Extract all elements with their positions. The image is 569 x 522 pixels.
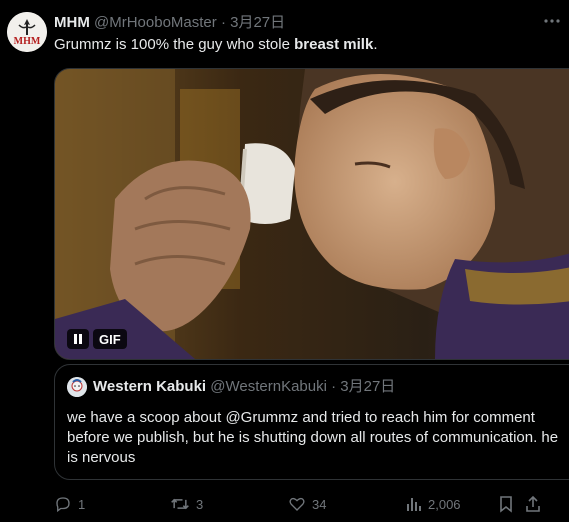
pause-button[interactable] bbox=[67, 329, 89, 349]
like-button[interactable]: 34 bbox=[288, 494, 326, 514]
gif-badge: GIF bbox=[93, 329, 127, 349]
repost-icon bbox=[171, 498, 189, 510]
gif-controls: GIF bbox=[67, 329, 127, 349]
tweet-text-suffix: . bbox=[373, 36, 378, 53]
action-bar: 1 3 34 2,006 bbox=[54, 494, 569, 514]
tweet-text-prefix: Grummz is 100% the guy who stole bbox=[54, 36, 295, 53]
share-button[interactable] bbox=[524, 494, 542, 514]
kabuki-avatar-icon bbox=[67, 377, 87, 397]
quote-text: we have a scoop about @Grummz and tried … bbox=[67, 409, 559, 466]
views-button[interactable]: 2,006 bbox=[406, 494, 461, 514]
more-horizontal-icon bbox=[544, 19, 560, 23]
author-name[interactable]: MHM bbox=[54, 14, 90, 31]
bookmark-button[interactable] bbox=[498, 494, 514, 514]
analytics-icon bbox=[407, 498, 421, 511]
quote-avatar[interactable] bbox=[67, 377, 87, 397]
repost-button[interactable]: 3 bbox=[170, 494, 203, 514]
gif-frame-image bbox=[55, 69, 569, 359]
quote-separator-dot: · bbox=[331, 378, 337, 395]
pause-icon bbox=[74, 334, 82, 344]
quote-date[interactable]: 3月27日 bbox=[340, 378, 395, 395]
quote-header: Western Kabuki @WesternKabuki · 3月27日 bbox=[93, 377, 395, 397]
reply-icon bbox=[56, 497, 70, 513]
repost-count: 3 bbox=[196, 496, 204, 512]
mhm-logo-icon: MHM bbox=[7, 12, 47, 52]
bookmark-icon bbox=[500, 496, 512, 513]
more-options-button[interactable] bbox=[541, 10, 563, 32]
tweet-text: Grummz is 100% the guy who stole breast … bbox=[54, 35, 559, 55]
heart-icon bbox=[289, 497, 305, 511]
views-count: 2,006 bbox=[428, 496, 461, 512]
gif-media[interactable]: GIF bbox=[54, 68, 569, 360]
tweet-date[interactable]: 3月27日 bbox=[230, 14, 285, 31]
tweet-text-bold: breast milk bbox=[294, 36, 374, 53]
like-count: 34 bbox=[312, 496, 327, 512]
tweet-header: MHM @MrHooboMaster · 3月27日 bbox=[54, 13, 559, 33]
quoted-tweet[interactable]: Western Kabuki @WesternKabuki · 3月27日 we… bbox=[54, 364, 569, 480]
reply-button[interactable]: 1 bbox=[54, 494, 85, 514]
quote-author-handle[interactable]: @WesternKabuki bbox=[210, 378, 327, 395]
separator-dot: · bbox=[220, 14, 226, 31]
avatar[interactable]: MHM bbox=[7, 12, 47, 52]
svg-text:MHM: MHM bbox=[14, 36, 41, 47]
quote-author-name[interactable]: Western Kabuki bbox=[93, 378, 206, 395]
share-icon bbox=[526, 495, 540, 512]
reply-count: 1 bbox=[78, 496, 86, 512]
author-handle[interactable]: @MrHooboMaster bbox=[94, 14, 217, 31]
